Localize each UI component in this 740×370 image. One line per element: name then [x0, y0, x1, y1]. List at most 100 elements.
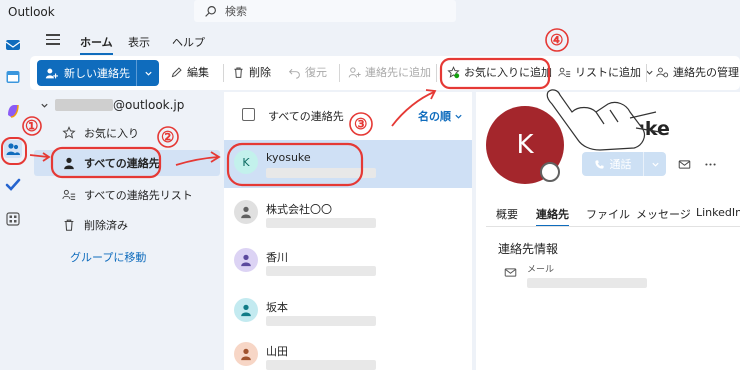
phone-icon [594, 159, 604, 169]
folder-all-contact-lists[interactable]: すべての連絡先リスト [34, 182, 220, 208]
mail-icon[interactable] [676, 156, 692, 172]
manage-contacts-button[interactable]: 連絡先の管理 [656, 64, 739, 80]
toolbar-divider [339, 64, 340, 82]
new-contact-button[interactable]: 新しい連絡先 [37, 60, 159, 86]
contact-avatar [234, 248, 258, 272]
contact-name: 香川 [266, 251, 288, 264]
add-person-icon [45, 68, 58, 78]
tab-linkedin[interactable]: LinkedIn [696, 206, 740, 219]
add-to-favorites-button[interactable]: お気に入りに追加 [447, 64, 552, 80]
new-contact-label: 新しい連絡先 [64, 67, 130, 80]
contact-detail-redacted [266, 266, 376, 276]
mail-icon [504, 268, 517, 277]
edit-label: 編集 [187, 66, 209, 79]
contact-avatar: K [234, 150, 258, 174]
trash-icon [64, 219, 74, 231]
toolbar-divider [223, 64, 224, 82]
contact-name: 株式会社〇〇 [266, 203, 332, 216]
restore-label: 復元 [305, 66, 327, 79]
list-header-label: すべての連絡先 [268, 110, 344, 123]
person-icon [241, 348, 251, 361]
copilot-app-icon[interactable] [4, 102, 22, 120]
mail-app-icon[interactable] [4, 36, 22, 54]
people-app-icon[interactable] [4, 140, 22, 158]
people-settings-icon [656, 67, 669, 77]
contact-detail-redacted [266, 316, 376, 326]
person-icon [241, 206, 251, 219]
call-button[interactable]: 通話 [582, 152, 666, 176]
tab-messages[interactable]: メッセージ [636, 206, 691, 222]
go-to-groups-link[interactable]: グループに移動 [70, 249, 146, 265]
more-options-icon[interactable] [702, 156, 718, 172]
email-value-redacted [527, 278, 647, 288]
call-label: 通話 [609, 158, 632, 171]
people-list-icon [62, 189, 76, 200]
folder-favorites-label: お気に入り [84, 127, 139, 140]
tab-home[interactable]: ホーム [80, 34, 113, 55]
toolbar-divider [436, 64, 437, 82]
edit-button[interactable]: 編集 [170, 64, 209, 80]
person-icon [241, 254, 251, 267]
contact-item-kyosuke[interactable]: K kyosuke [224, 140, 472, 188]
folder-deleted[interactable]: 削除済み [34, 212, 220, 238]
step-3-label: ③ [354, 115, 368, 133]
sort-dropdown[interactable]: 名の順 [418, 108, 463, 124]
tab-view[interactable]: 表示 [128, 34, 150, 50]
todo-app-icon[interactable] [4, 176, 22, 194]
app-rail [0, 26, 28, 370]
restore-button[interactable]: 復元 [288, 64, 327, 80]
star-add-icon [447, 65, 460, 78]
contact-name: 坂本 [266, 301, 288, 314]
add-to-list-label: リストに追加 [575, 66, 641, 79]
hamburger-menu-icon[interactable] [46, 34, 60, 48]
contact-detail-redacted [266, 218, 376, 228]
tab-files[interactable]: ファイル [586, 206, 630, 222]
contact-item-sakamoto[interactable]: 坂本 [224, 288, 472, 336]
folder-favorites[interactable]: お気に入り [34, 120, 220, 146]
delete-button[interactable]: 削除 [232, 64, 271, 80]
person-icon [64, 157, 74, 170]
contact-detail-pane: K kyosuke 通話 概要 連絡先 ファイル メッセージ LinkedIn … [476, 92, 740, 370]
tab-overview[interactable]: 概要 [496, 206, 518, 222]
contact-name: kyosuke [266, 151, 311, 164]
trash-icon [234, 67, 243, 78]
contact-item-kagawa[interactable]: 香川 [224, 238, 472, 286]
search-box[interactable]: 検索 [194, 0, 456, 22]
star-icon [62, 126, 76, 139]
calendar-app-icon[interactable] [4, 68, 22, 86]
add-to-contacts-label: 連絡先に追加 [365, 66, 431, 79]
add-to-list-button[interactable]: リストに追加 [558, 64, 654, 80]
contact-detail-redacted [266, 360, 376, 370]
undo-icon [288, 68, 300, 79]
folder-deleted-label: 削除済み [84, 219, 128, 232]
contact-avatar [234, 200, 258, 224]
sort-label: 名の順 [418, 110, 451, 123]
account-header[interactable]: @outlook.jp [40, 98, 184, 112]
folder-all-contacts-label: すべての連絡先 [84, 157, 160, 170]
tab-help[interactable]: ヘルプ [172, 34, 205, 50]
search-icon [205, 5, 216, 17]
contact-avatar [234, 298, 258, 322]
contact-list-pane: すべての連絡先 名の順 K kyosuke 株式会社〇〇 香川 坂本 山田 [224, 92, 472, 370]
add-to-contacts-button[interactable]: 連絡先に追加 [348, 64, 431, 80]
contact-item-company[interactable]: 株式会社〇〇 [224, 190, 472, 238]
step-2-label: ② [161, 128, 175, 146]
tab-contact[interactable]: 連絡先 [536, 206, 569, 227]
ribbon-toolbar: 新しい連絡先 編集 削除 復元 連絡先に追加 お気に入りに追加 リストに追加 連… [30, 56, 740, 90]
contact-display-name: kyosuke [582, 118, 670, 140]
add-person-icon [348, 66, 361, 77]
contact-detail-redacted [266, 168, 376, 178]
tab-divider [486, 226, 740, 227]
email-row: メール [504, 262, 647, 288]
select-all-checkbox[interactable] [242, 108, 255, 121]
account-domain: @outlook.jp [113, 98, 185, 112]
title-bar: Outlook 検索 [0, 0, 740, 26]
new-contact-dropdown-icon[interactable] [137, 69, 159, 78]
call-dropdown-icon[interactable] [644, 160, 666, 169]
chevron-down-icon [455, 114, 462, 119]
menu-bar: ホーム 表示 ヘルプ [30, 26, 740, 55]
folder-all-contacts[interactable]: すべての連絡先 [34, 150, 220, 176]
more-apps-icon[interactable] [4, 210, 22, 228]
contact-item-yamada[interactable]: 山田 [224, 332, 472, 370]
chevron-down-icon [41, 103, 48, 108]
